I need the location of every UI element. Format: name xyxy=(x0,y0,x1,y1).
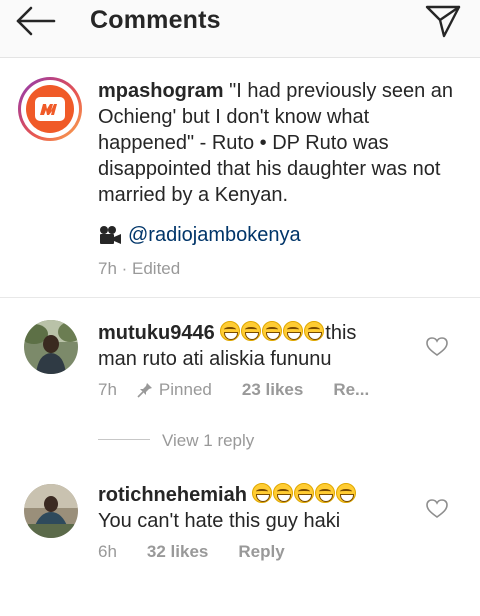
likes-count[interactable]: 32 likes xyxy=(147,542,208,562)
divider-line xyxy=(98,439,150,440)
laughing-emoji-icon xyxy=(252,483,273,503)
pin-icon xyxy=(137,383,152,398)
caption-username[interactable]: mpashogram xyxy=(98,80,224,102)
caption-text: mpashogram "I had previously seen an Och… xyxy=(98,78,468,208)
comment-timestamp: 7h xyxy=(98,380,117,399)
comment-meta: 7h Pinned 23 likes Re... xyxy=(98,380,369,400)
logo-m-icon xyxy=(40,104,57,115)
header-bar: Comments xyxy=(0,0,480,58)
likes-count[interactable]: 23 likes xyxy=(242,380,303,400)
laughing-emoji-icon xyxy=(283,321,304,341)
page-title: Comments xyxy=(90,6,221,34)
comment-body-line2: You can't hate this guy haki xyxy=(98,510,341,532)
laughing-emoji-icon xyxy=(262,321,283,341)
laughing-emoji-icon xyxy=(294,483,315,503)
comment-item: rotichnehemiah You can't hate this guy h… xyxy=(0,474,480,594)
paper-plane-icon[interactable] xyxy=(424,3,462,39)
comment-text: rotichnehemiah You can't hate this guy h… xyxy=(98,482,418,534)
comment-username[interactable]: rotichnehemiah xyxy=(98,484,247,506)
comment-timestamp: 6h xyxy=(98,542,117,561)
story-ring[interactable] xyxy=(18,77,82,141)
comment-item: mutuku9446 this man ruto ati aliskia fun… xyxy=(0,312,480,450)
mention-link[interactable]: @radiojambokenya xyxy=(128,224,301,247)
heart-icon[interactable] xyxy=(426,499,448,519)
post-caption: mpashogram "I had previously seen an Och… xyxy=(0,58,480,298)
laughing-emoji-icon xyxy=(241,321,262,341)
movie-camera-icon xyxy=(100,225,121,244)
avatar[interactable] xyxy=(24,484,78,538)
laughing-emoji-icon xyxy=(220,321,241,341)
laughing-emoji-icon xyxy=(336,483,357,503)
credit-line: @radiojambokenya xyxy=(98,224,301,247)
laughing-emoji-icon xyxy=(273,483,294,503)
comment-meta: 6h 32 likes Reply xyxy=(98,542,285,562)
caption-timestamp: 7h · Edited xyxy=(98,259,181,278)
arrow-left-icon[interactable] xyxy=(14,6,58,36)
avatar[interactable] xyxy=(24,320,78,374)
pinned-label: Pinned xyxy=(158,380,212,399)
laughing-emoji-icon xyxy=(315,483,336,503)
reply-button[interactable]: Re... xyxy=(333,380,369,400)
emoji-group xyxy=(252,483,357,506)
comment-username[interactable]: mutuku9446 xyxy=(98,322,215,344)
comment-body-line2: man ruto ati aliskia fununu xyxy=(98,348,332,370)
comment-text: mutuku9446 this man ruto ati aliskia fun… xyxy=(98,320,418,372)
view-replies-button[interactable]: View 1 reply xyxy=(162,431,254,451)
reply-button[interactable]: Reply xyxy=(238,542,284,562)
emoji-group xyxy=(220,321,325,344)
mpashogram-logo xyxy=(26,85,74,133)
comment-body: this xyxy=(325,322,357,344)
laughing-emoji-icon xyxy=(304,321,325,341)
heart-icon[interactable] xyxy=(426,337,448,357)
